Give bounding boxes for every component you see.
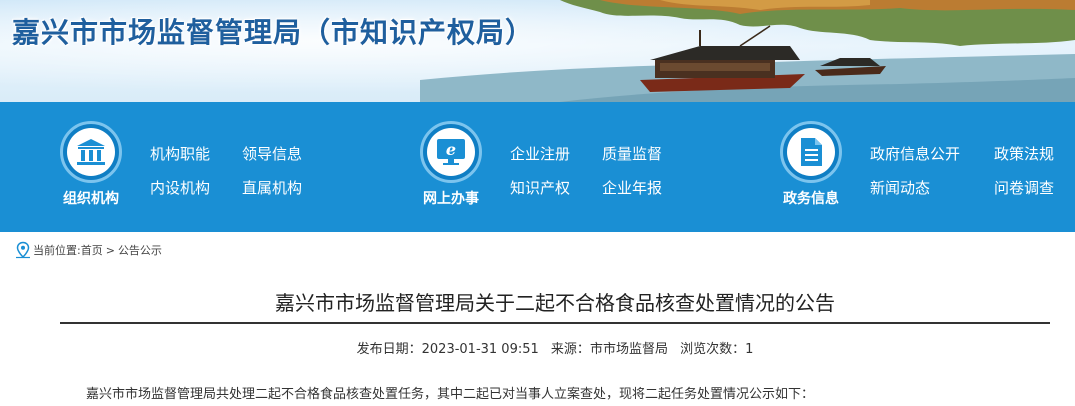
meta-date-value: 2023-01-31 09:51 — [421, 342, 539, 357]
breadcrumb-current[interactable]: 公告公示 — [118, 242, 162, 258]
nav-group-organization: 组织机构 机构职能 领导信息 内设机构 直属机构 — [0, 102, 360, 232]
location-pin-icon — [16, 241, 30, 259]
article-paragraph: 嘉兴市市场监督管理局共处理二起不合格食品核查处置任务，其中二起已对当事人立案查处… — [86, 387, 815, 402]
nav-group-label-online-services[interactable]: 网上办事 — [406, 188, 496, 208]
title-divider — [60, 322, 1050, 324]
nav-link-news[interactable]: 新闻动态 — [870, 177, 930, 198]
nav-link-business-registration[interactable]: 企业注册 — [510, 143, 570, 164]
nav-link-government-disclosure[interactable]: 政府信息公开 — [870, 143, 960, 164]
nav-link-leadership-info[interactable]: 领导信息 — [242, 143, 302, 164]
nav-icon-circle[interactable] — [60, 121, 122, 183]
breadcrumb: 当前位置: 首页 > 公告公示 — [14, 240, 162, 260]
meta-views: 浏览次数：1 — [680, 342, 753, 357]
nav-group-government-info: 政务信息 政府信息公开 政策法规 新闻动态 问卷调查 — [720, 102, 1075, 232]
building-columns-icon — [77, 139, 105, 165]
meta-source-label: 来源： — [550, 342, 590, 357]
meta-source-value: 市市场监督局 — [589, 342, 668, 357]
meta-views-value: 1 — [745, 342, 754, 357]
nav-link-quality-supervision[interactable]: 质量监督 — [602, 143, 662, 164]
meta-views-label: 浏览次数： — [680, 342, 746, 357]
main-nav: 组织机构 机构职能 领导信息 内设机构 直属机构 e 网上办事 企业注册 质量监… — [0, 102, 1075, 232]
site-title[interactable]: 嘉兴市市场监督管理局（市知识产权局） — [12, 11, 534, 51]
meta-source: 来源：市市场监督局 — [551, 342, 668, 357]
nav-icon-circle[interactable]: e — [420, 121, 482, 183]
nav-link-annual-report[interactable]: 企业年报 — [602, 177, 662, 198]
meta-date-label: 发布日期： — [356, 342, 422, 357]
article-meta: 发布日期：2023-01-31 09:51 来源：市市场监督局 浏览次数：1 — [60, 338, 1050, 357]
nav-group-label-government-info[interactable]: 政务信息 — [766, 188, 856, 208]
nav-link-institution-functions[interactable]: 机构职能 — [150, 143, 210, 164]
nav-icon-circle[interactable] — [780, 121, 842, 183]
article-title: 嘉兴市市场监督管理局关于二起不合格食品核查处置情况的公告 — [275, 291, 835, 315]
breadcrumb-prefix: 当前位置: — [33, 244, 81, 257]
nav-link-intellectual-property[interactable]: 知识产权 — [510, 177, 570, 198]
header-banner: 嘉兴市市场监督管理局（市知识产权局） — [0, 0, 1075, 102]
svg-text:e: e — [446, 140, 456, 159]
nav-link-policies-regulations[interactable]: 政策法规 — [994, 143, 1054, 164]
nav-link-affiliated-institutions[interactable]: 直属机构 — [242, 177, 302, 198]
nav-link-survey[interactable]: 问卷调查 — [994, 177, 1054, 198]
red-boat — [640, 25, 805, 92]
meta-date: 发布日期：2023-01-31 09:51 — [357, 342, 539, 357]
nav-group-label-organization[interactable]: 组织机构 — [46, 188, 136, 208]
breadcrumb-home[interactable]: 首页 — [81, 242, 103, 258]
nav-group-online-services: e 网上办事 企业注册 质量监督 知识产权 企业年报 — [360, 102, 720, 232]
breadcrumb-separator: > — [105, 243, 115, 257]
nav-link-internal-departments[interactable]: 内设机构 — [150, 177, 210, 198]
document-icon — [801, 138, 822, 166]
monitor-e-icon: e — [437, 139, 465, 165]
